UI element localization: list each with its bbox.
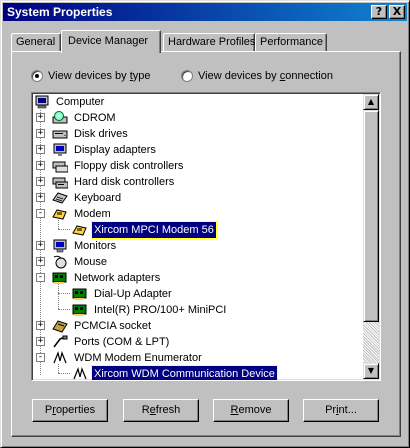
view-by-connection-label: View devices by connection [198,70,333,82]
system-properties-window: System Properties ? X General Device Man… [0,0,410,448]
tree-item-label: PCMCIA socket [74,320,152,332]
network-adapter-icon [52,271,68,285]
tree-item-dial-up-adapter[interactable]: Dial-Up Adapter [72,286,174,302]
print-button[interactable]: Print... [303,399,379,422]
tree-item-display-adapters[interactable]: + Display adapters [36,142,158,158]
refresh-button[interactable]: Refresh [123,399,199,422]
close-button[interactable]: X [389,5,405,19]
tree-scrollbar[interactable]: ▲ ▼ [363,94,379,379]
disk-drive-icon [52,127,68,141]
mouse-icon [52,255,68,269]
scroll-thumb[interactable] [363,110,379,322]
tree-item-label: Ports (COM & LPT) [74,336,170,348]
tree-item-disk-drives[interactable]: + Disk drives [36,126,130,142]
tree-connector [58,309,70,310]
tree-item-xircom-wdm-device[interactable]: Xircom WDM Communication Device [72,365,278,380]
tree-item-modem[interactable]: - Modem [36,206,113,222]
tree-item-network-adapters[interactable]: - Network adapters [36,270,162,286]
title-bar[interactable]: System Properties ? X [3,3,407,21]
tree-item-hard-disk-controllers[interactable]: + Hard disk controllers [36,174,176,190]
tree-item-label: Floppy disk controllers [74,160,184,172]
tree-item-cdrom[interactable]: + CDROM [36,110,118,126]
tab-hardware-profiles[interactable]: Hardware Profiles [163,33,255,52]
tree-item-label: Intel(R) PRO/100+ MiniPCI [94,304,227,316]
device-tree[interactable]: Computer + CDROM + Disk drives + Display… [31,92,381,381]
tree-item-label: Computer [56,96,105,108]
tree-item-label: Monitors [74,240,117,252]
floppy-controller-icon [52,159,69,173]
tree-item-label: Modem [74,208,111,220]
tree-item-label: Xircom MPCI Modem 56 [91,221,217,239]
expand-toggle[interactable]: + [36,129,45,138]
scroll-up-button[interactable]: ▲ [363,94,379,110]
view-by-connection-option[interactable]: View devices by connection [181,69,333,83]
tree-item-label: Dial-Up Adapter [94,288,172,300]
tree-item-label: Hard disk controllers [74,176,175,188]
cdrom-icon [52,111,68,125]
tab-device-manager[interactable]: Device Manager [61,30,161,53]
display-adapter-icon [52,143,68,157]
tree-connector [58,220,59,229]
tree-item-ports[interactable]: + Ports (COM & LPT) [36,334,171,350]
view-by-type-option[interactable]: View devices by type [31,69,151,83]
computer-icon [34,95,50,109]
expand-toggle[interactable]: + [36,193,45,202]
view-by-type-label: View devices by type [48,70,151,82]
wdm-device-icon [72,367,88,380]
tree-item-label: Mouse [74,256,108,268]
expand-toggle[interactable]: + [36,177,45,186]
keyboard-icon [52,191,68,205]
expand-toggle[interactable]: + [36,113,45,122]
hard-disk-controller-icon [52,175,69,189]
tab-general[interactable]: General [11,33,61,52]
tree-item-label: Keyboard [74,192,122,204]
network-card-icon [72,303,88,317]
tree-connector [58,373,70,374]
tree-item-pcmcia-socket[interactable]: + PCMCIA socket [36,318,153,334]
tree-connector [58,293,70,294]
remove-button[interactable]: Remove [213,399,289,422]
tree-root-computer[interactable]: Computer [34,94,106,110]
expand-toggle[interactable]: + [36,321,45,330]
tree-item-label: Disk drives [74,128,128,140]
tree-item-label: Display adapters [74,144,156,156]
port-icon [52,335,68,349]
collapse-toggle[interactable]: - [36,353,45,362]
wdm-enumerator-icon [52,351,68,365]
tree-item-label: WDM Modem Enumerator [74,352,202,364]
modem-device-icon [72,223,88,237]
tree-item-label: Xircom WDM Communication Device [91,365,278,380]
scroll-down-button[interactable]: ▼ [363,363,379,379]
expand-toggle[interactable]: + [36,145,45,154]
network-card-icon [72,287,88,301]
expand-toggle[interactable]: + [36,257,45,266]
help-button[interactable]: ? [371,5,387,19]
modem-icon [52,207,68,221]
collapse-toggle[interactable]: - [36,209,45,218]
tree-connector [58,364,59,373]
expand-toggle[interactable]: + [36,241,45,250]
view-by-connection-radio[interactable] [181,70,193,82]
tree-item-mouse[interactable]: + Mouse [36,254,109,270]
expand-toggle[interactable]: + [36,337,45,346]
collapse-toggle[interactable]: - [36,273,45,282]
window-title: System Properties [7,5,113,19]
tree-item-monitors[interactable]: + Monitors [36,238,118,254]
monitor-icon [52,239,68,253]
tree-item-wdm-modem-enumerator[interactable]: - WDM Modem Enumerator [36,350,204,366]
properties-button[interactable]: Properties [32,399,108,422]
tree-item-intel-pro-100[interactable]: Intel(R) PRO/100+ MiniPCI [72,302,228,318]
pcmcia-icon [52,319,68,333]
expand-toggle[interactable]: + [36,161,45,170]
tree-item-keyboard[interactable]: + Keyboard [36,190,123,206]
tree-item-floppy-controllers[interactable]: + Floppy disk controllers [36,158,185,174]
view-by-type-radio[interactable] [31,70,43,82]
tab-performance[interactable]: Performance [255,33,327,52]
tree-connector [58,284,59,309]
tree-item-label: Network adapters [74,272,161,284]
tree-connector [58,229,70,230]
tree-item-label: CDROM [74,112,116,124]
tree-item-xircom-mpci-modem[interactable]: Xircom MPCI Modem 56 [72,221,217,239]
